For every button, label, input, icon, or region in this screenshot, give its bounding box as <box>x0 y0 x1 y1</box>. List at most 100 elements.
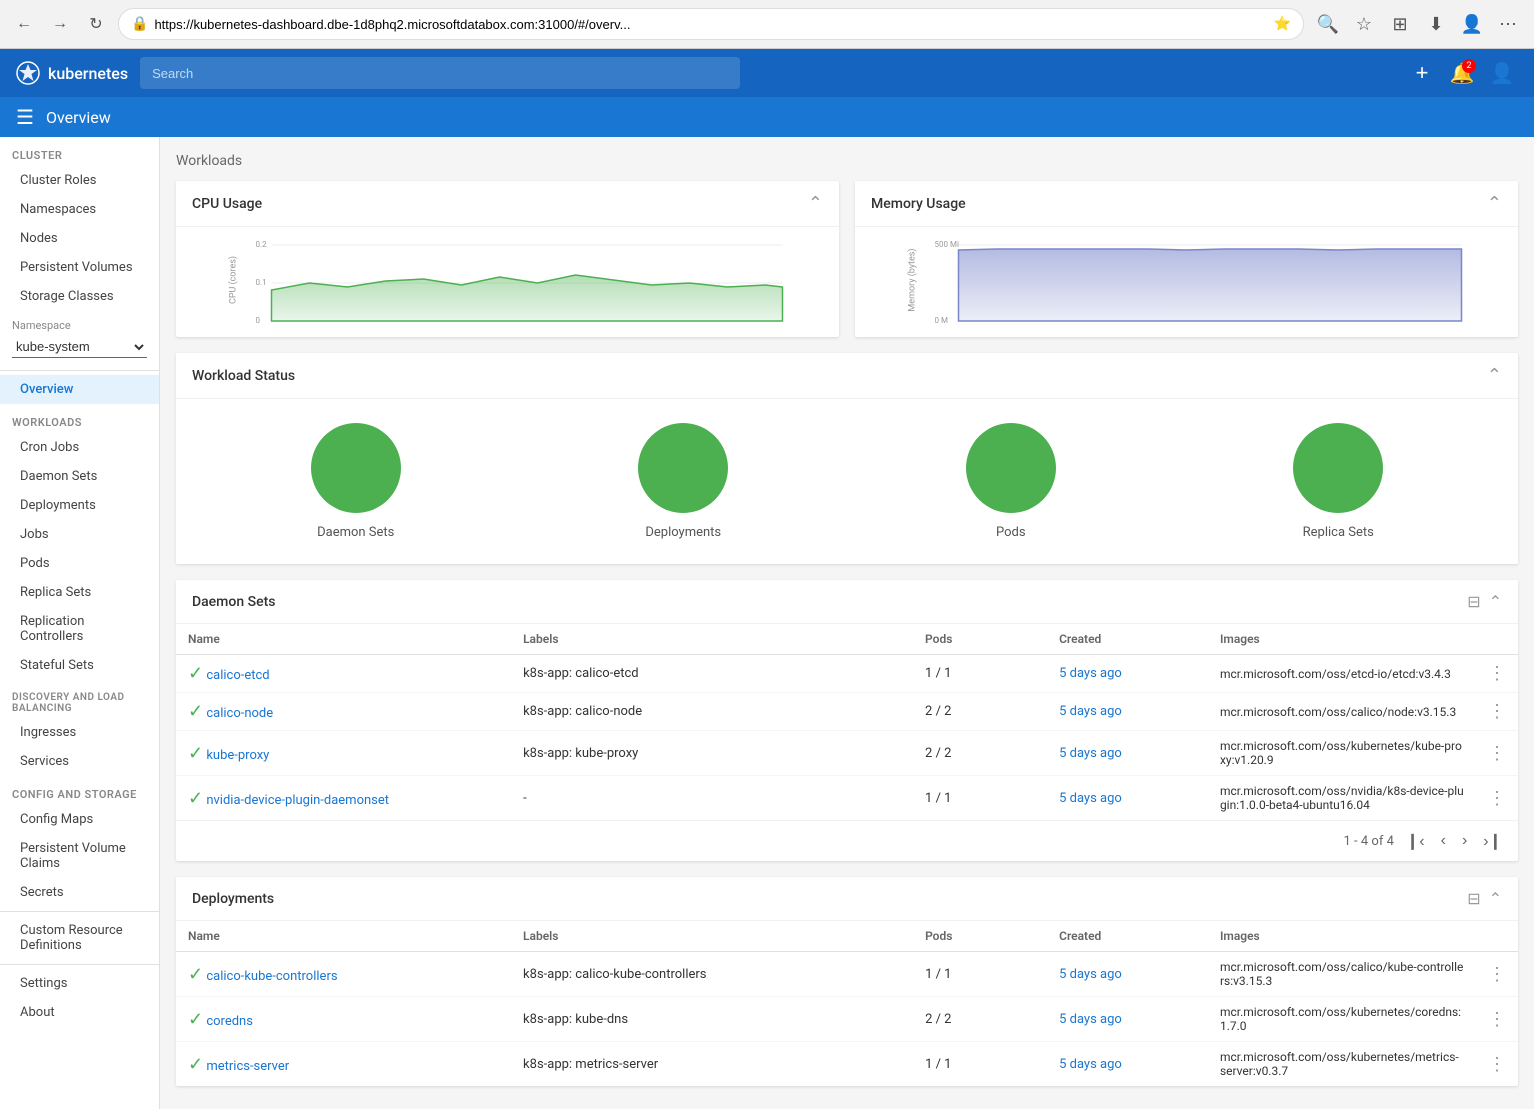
sidebar-item-secrets[interactable]: Secrets <box>0 878 159 907</box>
daemon-set-created[interactable]: 5 days ago <box>1059 666 1122 681</box>
download-icon[interactable]: ⬇ <box>1420 8 1452 40</box>
deployment-created[interactable]: 5 days ago <box>1059 967 1122 982</box>
last-page-button[interactable]: ›❙ <box>1479 829 1506 853</box>
sidebar-item-config-maps[interactable]: Config Maps <box>0 805 159 834</box>
sidebar-item-replication-controllers[interactable]: Replication Controllers <box>0 607 159 651</box>
workload-status-collapse-icon[interactable]: ⌃ <box>1487 365 1502 386</box>
dep-col-header-labels: Labels <box>511 921 913 952</box>
row-menu-icon[interactable]: ⋮ <box>1488 743 1506 764</box>
deployment-pods: 1 / 1 <box>913 1042 1047 1087</box>
daemon-set-name-link[interactable]: nvidia-device-plugin-daemonset <box>206 793 389 808</box>
sidebar-item-about[interactable]: About <box>0 998 159 1027</box>
memory-chart-card: Memory Usage ⌃ Memory (bytes) 500 Mi 0 M <box>855 181 1518 337</box>
daemon-set-name-link[interactable]: calico-etcd <box>206 668 269 683</box>
deployment-name-link[interactable]: metrics-server <box>206 1059 289 1074</box>
cpu-chart-collapse-icon[interactable]: ⌃ <box>808 193 823 214</box>
daemon-set-labels: k8s-app: calico-etcd <box>511 655 913 693</box>
url-bar[interactable]: 🔒 https://kubernetes-dashboard.dbe-1d8ph… <box>118 8 1304 40</box>
row-menu-icon[interactable]: ⋮ <box>1488 964 1506 985</box>
daemon-sets-collapse-icon[interactable]: ⌃ <box>1489 592 1502 611</box>
svg-text:0 M: 0 M <box>935 316 948 325</box>
daemon-set-created[interactable]: 5 days ago <box>1059 746 1122 761</box>
sidebar-item-cron-jobs[interactable]: Cron Jobs <box>0 433 159 462</box>
hamburger-menu-icon[interactable]: ☰ <box>16 105 34 129</box>
sidebar-item-crd[interactable]: Custom Resource Definitions <box>0 916 159 960</box>
deployments-actions: ⊟ ⌃ <box>1467 889 1502 908</box>
status-ok-icon: ✓ <box>188 788 203 809</box>
back-button[interactable]: ← <box>10 10 38 38</box>
cpu-chart-card: CPU Usage ⌃ CPU (cores) 0.2 0.1 0 <box>176 181 839 337</box>
sidebar-item-nodes[interactable]: Nodes <box>0 224 159 253</box>
sidebar-item-pods[interactable]: Pods <box>0 549 159 578</box>
daemon-set-created[interactable]: 5 days ago <box>1059 791 1122 806</box>
sidebar-item-settings[interactable]: Settings <box>0 969 159 998</box>
replica-sets-label: Replica Sets <box>1303 525 1374 540</box>
sidebar-item-daemon-sets[interactable]: Daemon Sets <box>0 462 159 491</box>
sidebar-item-deployments[interactable]: Deployments <box>0 491 159 520</box>
namespace-select[interactable]: kube-system default all namespaces <box>12 336 147 358</box>
deployments-collapse-icon[interactable]: ⌃ <box>1489 889 1502 908</box>
deployment-images: mcr.microsoft.com/oss/calico/kube-contro… <box>1208 952 1476 997</box>
tab-icon[interactable]: ⊞ <box>1384 8 1416 40</box>
row-menu-icon[interactable]: ⋮ <box>1488 701 1506 722</box>
row-menu-icon[interactable]: ⋮ <box>1488 1054 1506 1075</box>
deployment-name-link[interactable]: coredns <box>206 1014 253 1029</box>
forward-button[interactable]: → <box>46 10 74 38</box>
row-menu-icon[interactable]: ⋮ <box>1488 1009 1506 1030</box>
deployment-pods: 2 / 2 <box>913 997 1047 1042</box>
col-header-images: Images <box>1208 624 1476 655</box>
prev-page-button[interactable]: ‹ <box>1437 830 1450 852</box>
add-button[interactable]: + <box>1406 57 1438 89</box>
memory-chart-title: Memory Usage <box>871 196 966 212</box>
menu-icon[interactable]: ⋯ <box>1492 8 1524 40</box>
deployment-created[interactable]: 5 days ago <box>1059 1012 1122 1027</box>
sidebar-item-storage-classes[interactable]: Storage Classes <box>0 282 159 311</box>
deployment-name-link[interactable]: calico-kube-controllers <box>206 969 337 984</box>
notification-count: 2 <box>1462 59 1476 73</box>
row-menu-icon[interactable]: ⋮ <box>1488 663 1506 684</box>
account-icon[interactable]: 👤 <box>1486 57 1518 89</box>
svg-text:0: 0 <box>256 316 261 325</box>
first-page-button[interactable]: ❙‹ <box>1402 829 1429 853</box>
browser-chrome: ← → ↻ 🔒 https://kubernetes-dashboard.dbe… <box>0 0 1534 49</box>
cpu-chart-svg: CPU (cores) 0.2 0.1 0 <box>192 235 823 325</box>
profile-icon[interactable]: 👤 <box>1456 8 1488 40</box>
search-icon[interactable]: 🔍 <box>1312 8 1344 40</box>
daemon-sets-page-info: 1 - 4 of 4 <box>1344 834 1394 849</box>
filter-icon[interactable]: ⊟ <box>1467 592 1480 611</box>
daemon-set-images: mcr.microsoft.com/oss/kubernetes/kube-pr… <box>1208 731 1476 776</box>
sidebar-item-services[interactable]: Services <box>0 747 159 776</box>
daemon-set-name-link[interactable]: kube-proxy <box>206 748 269 763</box>
url-input[interactable]: https://kubernetes-dashboard.dbe-1d8phq2… <box>154 17 1273 32</box>
svg-text:500 Mi: 500 Mi <box>935 240 959 249</box>
status-ok-icon: ✓ <box>188 964 203 985</box>
sidebar-item-cluster-roles[interactable]: Cluster Roles <box>0 166 159 195</box>
next-page-button[interactable]: › <box>1458 830 1471 852</box>
svg-text:0.2: 0.2 <box>256 240 268 249</box>
daemon-set-name-link[interactable]: calico-node <box>206 706 273 721</box>
sidebar-item-ingresses[interactable]: Ingresses <box>0 718 159 747</box>
memory-chart-collapse-icon[interactable]: ⌃ <box>1487 193 1502 214</box>
sidebar-item-stateful-sets[interactable]: Stateful Sets <box>0 651 159 680</box>
sidebar-item-pvc[interactable]: Persistent Volume Claims <box>0 834 159 878</box>
header-search[interactable] <box>140 57 740 89</box>
sidebar-item-jobs[interactable]: Jobs <box>0 520 159 549</box>
deployment-created[interactable]: 5 days ago <box>1059 1057 1122 1072</box>
main-layout: Cluster Cluster Roles Namespaces Nodes P… <box>0 137 1534 1109</box>
deployment-labels: k8s-app: calico-kube-controllers <box>511 952 913 997</box>
deployments-filter-icon[interactable]: ⊟ <box>1467 889 1480 908</box>
sidebar-item-replica-sets[interactable]: Replica Sets <box>0 578 159 607</box>
row-menu-icon[interactable]: ⋮ <box>1488 788 1506 809</box>
sidebar-item-namespaces[interactable]: Namespaces <box>0 195 159 224</box>
sidebar-item-overview[interactable]: Overview <box>0 375 159 404</box>
pods-label: Pods <box>996 525 1026 540</box>
reload-button[interactable]: ↻ <box>82 10 110 38</box>
dep-col-header-name: Name <box>176 921 511 952</box>
daemon-set-created[interactable]: 5 days ago <box>1059 704 1122 719</box>
search-input[interactable] <box>140 57 740 89</box>
daemon-set-images: mcr.microsoft.com/oss/etcd-io/etcd:v3.4.… <box>1208 655 1476 693</box>
sidebar-item-persistent-volumes[interactable]: Persistent Volumes <box>0 253 159 282</box>
bookmark-icon[interactable]: ☆ <box>1348 8 1380 40</box>
table-row: ✓ calico-kube-controllers k8s-app: calic… <box>176 952 1518 997</box>
deployment-labels: k8s-app: kube-dns <box>511 997 913 1042</box>
